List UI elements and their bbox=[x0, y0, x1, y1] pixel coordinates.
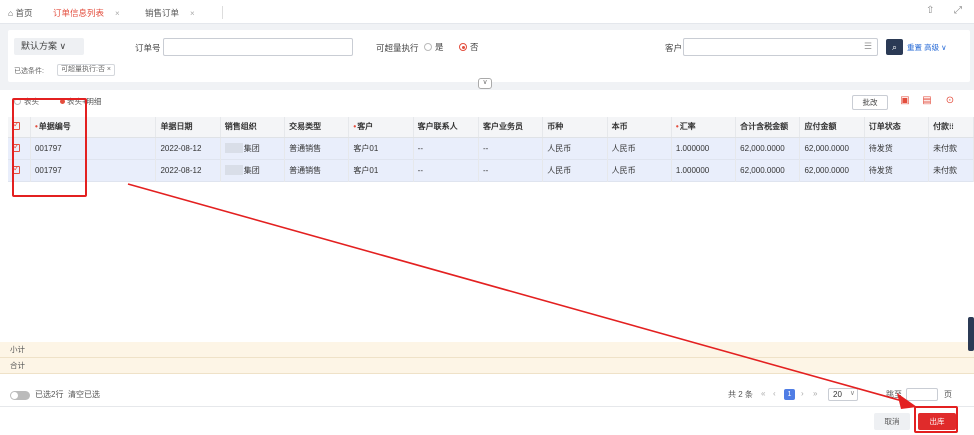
annotation-arrow bbox=[127, 183, 917, 409]
